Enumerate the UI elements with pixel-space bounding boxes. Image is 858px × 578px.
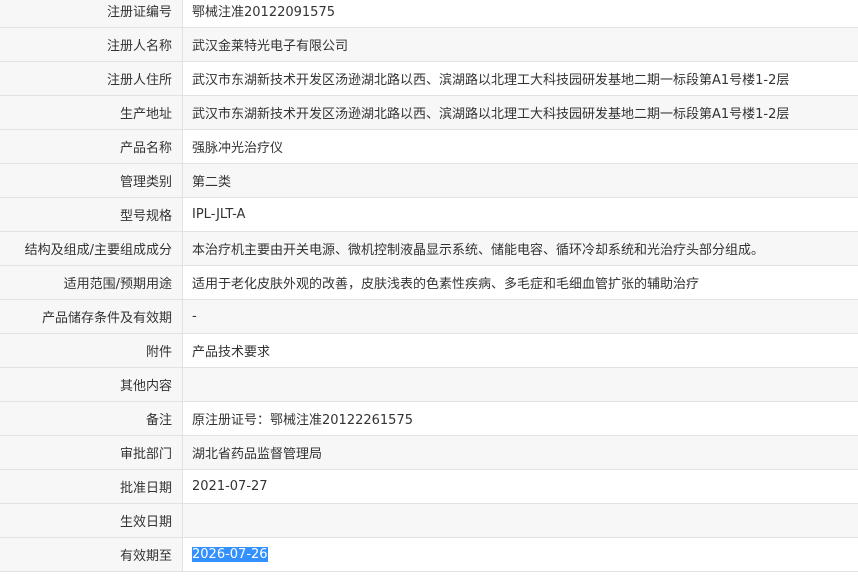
production-address-value: 武汉市东湖新技术开发区汤逊湖北路以西、滨湖路以北理工大科技园研发基地二期一标段第…	[182, 95, 858, 130]
row-approval-department: 审批部门 湖北省药品监督管理局	[0, 435, 858, 470]
storage-validity-label: 产品储存条件及有效期	[0, 299, 183, 334]
structure-composition-value: 本治疗机主要由开关电源、微机控制液晶显示系统、储能电容、循环冷却系统和光治疗头部…	[182, 231, 858, 266]
approval-department-value: 湖北省药品监督管理局	[182, 435, 858, 470]
registrant-address-value: 武汉市东湖新技术开发区汤逊湖北路以西、滨湖路以北理工大科技园研发基地二期一标段第…	[182, 61, 858, 96]
effective-date-value	[182, 503, 858, 538]
valid-until-cell: 2026-07-26	[182, 537, 858, 572]
row-registrant-name: 注册人名称 武汉金莱特光电子有限公司	[0, 27, 858, 62]
other-content-value	[182, 367, 858, 402]
model-spec-label: 型号规格	[0, 197, 183, 232]
valid-until-label: 有效期至	[0, 537, 183, 572]
registration-number-value: 鄂械注准20122091575	[182, 0, 858, 28]
approval-date-value: 2021-07-27	[182, 469, 858, 504]
registrant-name-value: 武汉金莱特光电子有限公司	[182, 27, 858, 62]
product-name-label: 产品名称	[0, 129, 183, 164]
product-name-value: 强脉冲光治疗仪	[182, 129, 858, 164]
row-effective-date: 生效日期	[0, 503, 858, 538]
row-approval-date: 批准日期 2021-07-27	[0, 469, 858, 504]
row-valid-until: 有效期至 2026-07-26	[0, 537, 858, 572]
approval-department-label: 审批部门	[0, 435, 183, 470]
intended-use-value: 适用于老化皮肤外观的改善，皮肤浅表的色素性疾病、多毛症和毛细血管扩张的辅助治疗	[182, 265, 858, 300]
row-registrant-address: 注册人住所 武汉市东湖新技术开发区汤逊湖北路以西、滨湖路以北理工大科技园研发基地…	[0, 61, 858, 96]
structure-composition-label: 结构及组成/主要组成成分	[0, 231, 183, 266]
production-address-label: 生产地址	[0, 95, 183, 130]
row-intended-use: 适用范围/预期用途 适用于老化皮肤外观的改善，皮肤浅表的色素性疾病、多毛症和毛细…	[0, 265, 858, 300]
registration-record-table: 注册证编号 鄂械注准20122091575 注册人名称 武汉金莱特光电子有限公司…	[0, 0, 858, 572]
remarks-label: 备注	[0, 401, 183, 436]
registrant-address-label: 注册人住所	[0, 61, 183, 96]
row-management-category: 管理类别 第二类	[0, 163, 858, 198]
row-remarks: 备注 原注册证号：鄂械注准20122261575	[0, 401, 858, 436]
registration-number-label: 注册证编号	[0, 0, 183, 28]
other-content-label: 其他内容	[0, 367, 183, 402]
effective-date-label: 生效日期	[0, 503, 183, 538]
row-registration-number: 注册证编号 鄂械注准20122091575	[0, 0, 858, 28]
attachment-value: 产品技术要求	[182, 333, 858, 368]
attachment-label: 附件	[0, 333, 183, 368]
registrant-name-label: 注册人名称	[0, 27, 183, 62]
management-category-value: 第二类	[182, 163, 858, 198]
intended-use-label: 适用范围/预期用途	[0, 265, 183, 300]
valid-until-value[interactable]: 2026-07-26	[192, 547, 268, 562]
approval-date-label: 批准日期	[0, 469, 183, 504]
row-other-content: 其他内容	[0, 367, 858, 402]
row-structure-composition: 结构及组成/主要组成成分 本治疗机主要由开关电源、微机控制液晶显示系统、储能电容…	[0, 231, 858, 266]
row-attachment: 附件 产品技术要求	[0, 333, 858, 368]
row-storage-validity: 产品储存条件及有效期 -	[0, 299, 858, 334]
model-spec-value: IPL-JLT-A	[182, 197, 858, 232]
row-model-spec: 型号规格 IPL-JLT-A	[0, 197, 858, 232]
management-category-label: 管理类别	[0, 163, 183, 198]
row-product-name: 产品名称 强脉冲光治疗仪	[0, 129, 858, 164]
storage-validity-value: -	[182, 299, 858, 334]
row-production-address: 生产地址 武汉市东湖新技术开发区汤逊湖北路以西、滨湖路以北理工大科技园研发基地二…	[0, 95, 858, 130]
remarks-value: 原注册证号：鄂械注准20122261575	[182, 401, 858, 436]
